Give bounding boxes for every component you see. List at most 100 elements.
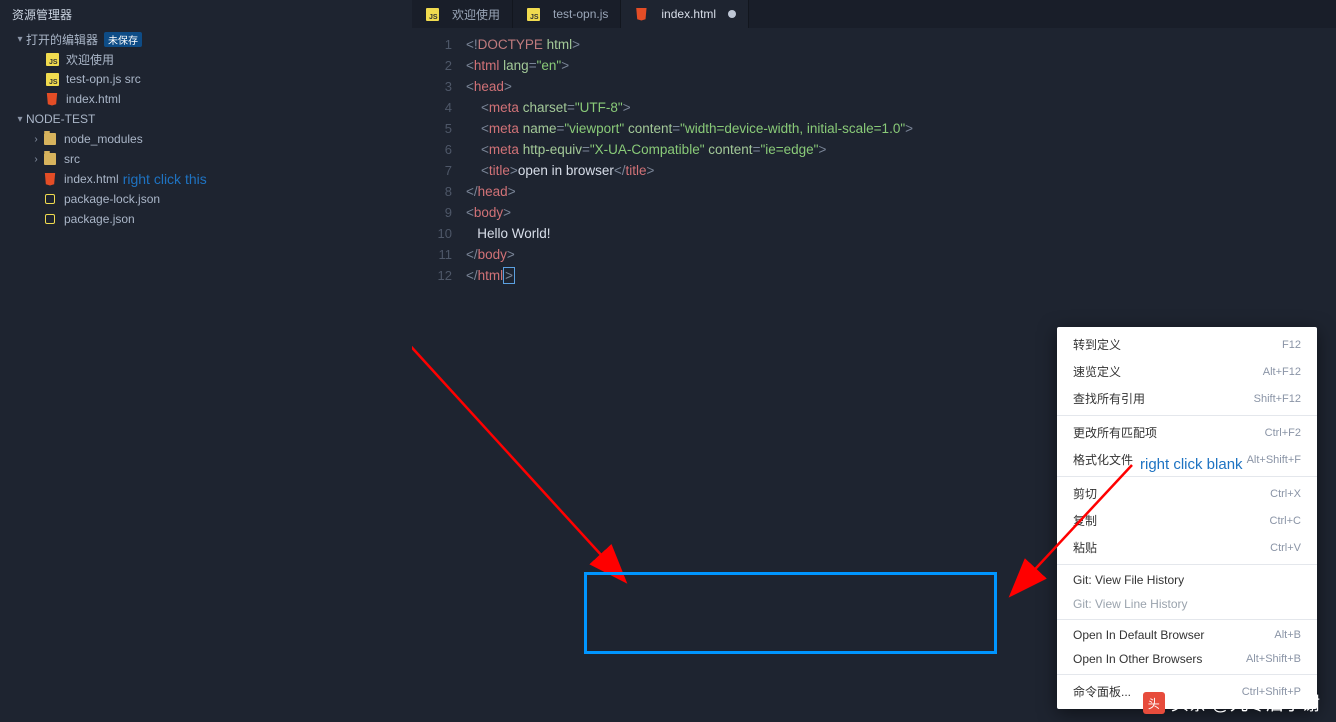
context-menu: 转到定义 F12 速览定义 Alt+F12 查找所有引用 Shift+F12 更改所有匹配项… <box>1057 327 1317 709</box>
ctx-label: 速览定义 <box>1073 363 1121 380</box>
code-line[interactable]: <meta charset="UTF-8"> <box>466 97 913 118</box>
ctx-label: 查找所有引用 <box>1073 390 1145 407</box>
open-editors-label: 打开的编辑器 <box>26 31 98 48</box>
chevron-down-icon: ▾ <box>14 114 26 125</box>
ctx-shortcut: F12 <box>1282 339 1301 351</box>
context-menu-item[interactable]: 更改所有匹配项 Ctrl+F2 <box>1057 419 1317 446</box>
open-editors-header[interactable]: ▾ 打开的编辑器 未保存 <box>4 29 412 49</box>
file-tree-item[interactable]: › src <box>4 149 412 169</box>
ctx-shortcut: Ctrl+F2 <box>1265 427 1301 439</box>
json-icon <box>42 191 58 207</box>
context-menu-item[interactable]: 速览定义 Alt+F12 <box>1057 358 1317 385</box>
code-lines[interactable]: <!DOCTYPE html><html lang="en"><head> <m… <box>466 34 913 286</box>
ctx-label: 命令面板... <box>1073 683 1131 700</box>
file-tree-label: src <box>64 152 80 166</box>
ctx-shortcut: Alt+F12 <box>1263 366 1301 378</box>
open-editor-label: test-opn.js src <box>66 72 141 86</box>
watermark: 头 头条 @九零后小谢 <box>1143 690 1320 716</box>
code-line[interactable]: </body> <box>466 244 913 265</box>
ctx-label: Git: View Line History <box>1073 597 1188 611</box>
file-tree-label: package-lock.json <box>64 192 160 206</box>
ctx-shortcut: Ctrl+X <box>1270 488 1301 500</box>
tab-label: test-opn.js <box>553 7 608 21</box>
context-menu-item[interactable]: Git: View File History <box>1057 568 1317 592</box>
chevron-right-icon: › <box>30 134 42 145</box>
ctx-shortcut: Shift+F12 <box>1254 393 1301 405</box>
code-line[interactable]: </html> <box>466 265 913 286</box>
code-line[interactable]: <head> <box>466 76 913 97</box>
js-icon <box>44 71 60 87</box>
js-icon <box>424 6 440 22</box>
code-line[interactable]: <meta http-equiv="X-UA-Compatible" conte… <box>466 139 913 160</box>
workspace-name: NODE-TEST <box>26 112 95 126</box>
watermark-text: 头条 @九零后小谢 <box>1171 690 1320 716</box>
context-menu-item[interactable]: 粘贴Ctrl+V <box>1057 534 1317 561</box>
code-line[interactable]: <body> <box>466 202 913 223</box>
code-line[interactable]: <!DOCTYPE html> <box>466 34 913 55</box>
html5-icon <box>44 91 60 107</box>
file-tree-item[interactable]: package.json <box>4 209 412 229</box>
ctx-label: Open In Default Browser <box>1073 628 1204 642</box>
tab-label: 欢迎使用 <box>452 6 500 23</box>
ctx-label: 复制 <box>1073 512 1097 529</box>
workspace-header[interactable]: ▾ NODE-TEST <box>4 109 412 129</box>
html5-icon <box>633 6 649 22</box>
open-editor-item[interactable]: index.html <box>4 89 412 109</box>
file-tree-item[interactable]: › node_modules <box>4 129 412 149</box>
ctx-shortcut: Ctrl+C <box>1270 515 1301 527</box>
ctx-label: 更改所有匹配项 <box>1073 424 1157 441</box>
tab-bar: 欢迎使用 test-opn.js index.html <box>412 0 1336 28</box>
code-line[interactable]: <meta name="viewport" content="width=dev… <box>466 118 913 139</box>
js-icon <box>525 6 541 22</box>
file-tree-label: index.html <box>64 172 119 186</box>
ctx-label: Open In Other Browsers <box>1073 652 1202 666</box>
ctx-label: 格式化文件 <box>1073 451 1133 468</box>
editor-pane: 欢迎使用 test-opn.js index.html 12345678910111… <box>412 0 1336 722</box>
ctx-label: Git: View File History <box>1073 573 1184 587</box>
context-menu-separator <box>1057 476 1317 477</box>
file-tree-item[interactable]: package-lock.json <box>4 189 412 209</box>
context-menu-item[interactable]: 复制 Ctrl+C <box>1057 507 1317 534</box>
file-tree-item[interactable]: index.html right click this <box>4 169 412 189</box>
watermark-logo: 头 <box>1143 692 1165 714</box>
context-menu-item[interactable]: Open In Default Browser Alt+B <box>1057 623 1317 647</box>
ctx-shortcut: Alt+Shift+F <box>1247 454 1301 466</box>
chevron-right-icon: › <box>30 154 42 165</box>
editor-tab[interactable]: test-opn.js <box>513 0 621 28</box>
open-editor-label: index.html <box>66 92 121 106</box>
context-menu-item: Git: View Line History <box>1057 592 1317 616</box>
ctx-label: 剪切 <box>1073 485 1097 502</box>
dirty-indicator-icon <box>728 10 736 18</box>
context-menu-separator <box>1057 674 1317 675</box>
code-line[interactable]: Hello World! <box>466 223 913 244</box>
tab-label: index.html <box>661 7 716 21</box>
open-editor-item[interactable]: test-opn.js src <box>4 69 412 89</box>
file-tree-label: node_modules <box>64 132 143 146</box>
folder-icon <box>42 131 58 147</box>
line-gutter: 123456789101112 <box>412 34 466 286</box>
folder-icon <box>42 151 58 167</box>
json-icon <box>42 211 58 227</box>
context-menu-item[interactable]: Open In Other BrowsersAlt+Shift+B <box>1057 647 1317 671</box>
open-editor-item[interactable]: 欢迎使用 <box>4 49 412 69</box>
ctx-label: 转到定义 <box>1073 336 1121 353</box>
code-line[interactable]: <html lang="en"> <box>466 55 913 76</box>
file-tree-label: package.json <box>64 212 135 226</box>
html5-icon <box>42 171 58 187</box>
context-menu-item[interactable]: 转到定义 F12 <box>1057 331 1317 358</box>
code-line[interactable]: </head> <box>466 181 913 202</box>
explorer-title: 资源管理器 <box>0 0 412 29</box>
context-menu-separator <box>1057 415 1317 416</box>
context-menu-item[interactable]: 格式化文件 Alt+Shift+F <box>1057 446 1317 473</box>
ctx-shortcut: Ctrl+V <box>1270 542 1301 554</box>
editor-tab[interactable]: index.html <box>621 0 749 28</box>
context-menu-separator <box>1057 619 1317 620</box>
context-menu-item[interactable]: 查找所有引用 Shift+F12 <box>1057 385 1317 412</box>
ctx-shortcut: Alt+B <box>1274 629 1301 641</box>
code-area[interactable]: 123456789101112 <!DOCTYPE html><html lan… <box>412 28 1336 286</box>
context-menu-item[interactable]: 剪切 Ctrl+X <box>1057 480 1317 507</box>
inline-annotation: right click this <box>123 171 207 187</box>
code-line[interactable]: <title>open in browser</title> <box>466 160 913 181</box>
editor-tab[interactable]: 欢迎使用 <box>412 0 513 28</box>
context-menu-separator <box>1057 564 1317 565</box>
